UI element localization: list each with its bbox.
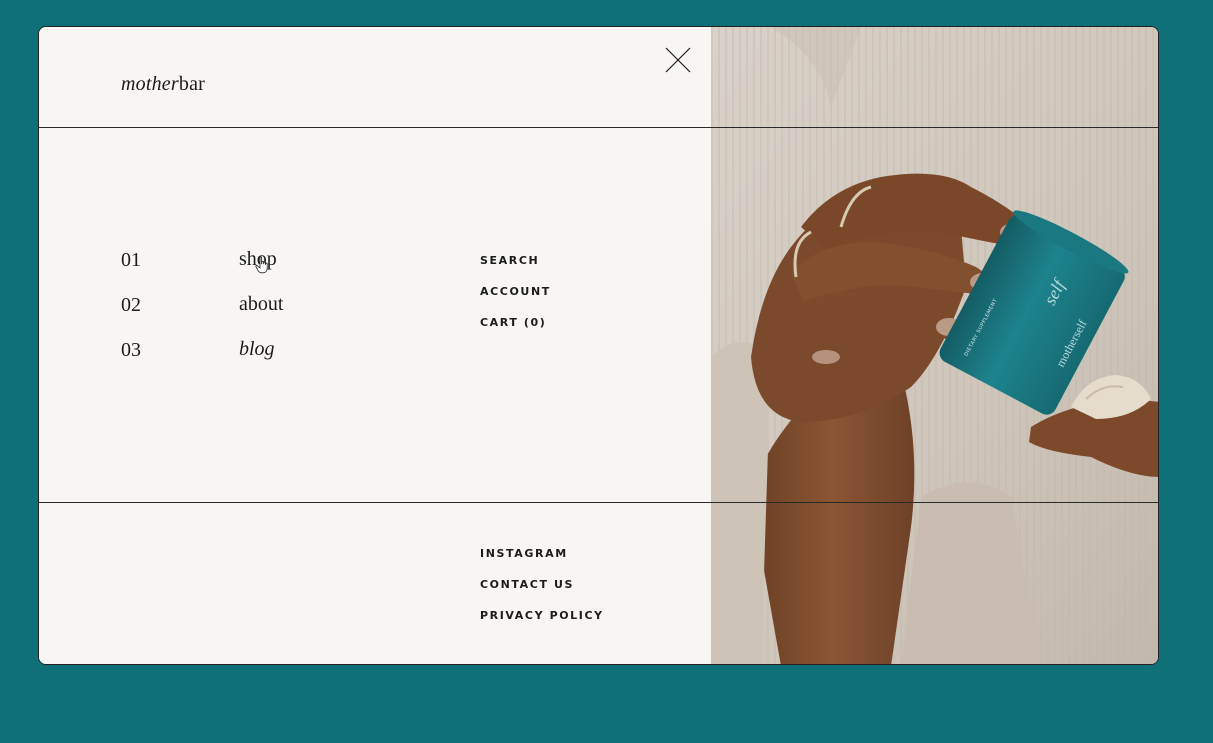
nav-link-about[interactable]: about [239,293,283,316]
logo-regular-part: bar [178,73,206,95]
nav-number-blog: 03 [121,339,141,361]
hand-pointer-icon [255,256,268,274]
close-button[interactable] [663,45,693,75]
hands-holding-can-illustration: self motherself DIETARY SUPPLEMENT [711,27,1158,664]
search-link[interactable]: SEARCH [480,254,539,267]
contact-us-link[interactable]: CONTACT US [480,578,574,591]
menu-panel: motherbar 01 shop 02 about 03 blog SEARC… [39,27,711,664]
header-divider [39,127,1158,128]
nav-number-shop: 01 [121,249,141,271]
nav-number-about: 02 [121,294,141,316]
account-link[interactable]: ACCOUNT [480,285,551,298]
privacy-policy-link[interactable]: PRIVACY POLICY [480,609,604,622]
cart-link[interactable]: CART (0) [480,316,546,329]
footer-divider [39,502,1158,503]
product-photo: self motherself DIETARY SUPPLEMENT [711,27,1158,664]
nav-link-blog[interactable]: blog [239,338,275,361]
close-icon [665,47,691,73]
instagram-link[interactable]: INSTAGRAM [480,547,568,560]
menu-overlay: motherbar 01 shop 02 about 03 blog SEARC… [38,26,1159,665]
logo-italic-part: mother [121,73,179,95]
brand-logo[interactable]: motherbar [121,73,205,96]
